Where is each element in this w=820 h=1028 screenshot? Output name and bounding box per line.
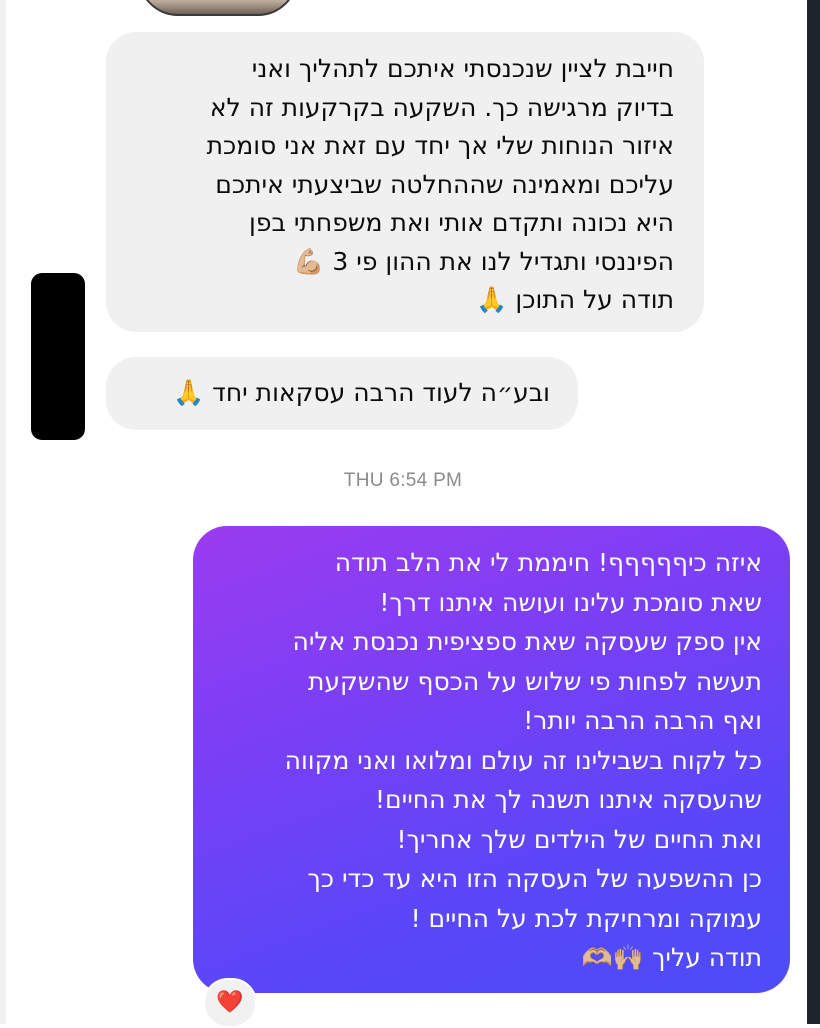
left-edge <box>0 0 6 1024</box>
message-line: תעשה לפחות פי שלוש על הכסף שהשקעת <box>307 666 762 696</box>
message-line: איזור הנוחות שלי אך יחד עם זאת אני סומכת <box>206 131 674 160</box>
redacted-avatar-block <box>31 273 85 440</box>
message-line: אין ספק שעסקה שאת ספציפית נכנסת אליה <box>292 627 762 656</box>
message-line: ואף הרבה הרבה יותר! <box>523 706 762 735</box>
message-line: תודה על התוכן 🙏 <box>476 285 674 314</box>
message-line: כל לקוח בשבילינו זה עולם ומלואו ואני מקו… <box>284 745 762 775</box>
red-heart-icon: ❤️ <box>216 990 244 1015</box>
outgoing-message-bubble[interactable]: איזה כיףףףףף! חיממת לי את הלב תודה שאת ס… <box>193 526 790 993</box>
message-timestamp: THU 6:54 PM <box>343 470 463 491</box>
reaction-badge[interactable]: ❤️ <box>203 978 257 1028</box>
message-line: שאת סומכת עלינו ועושה איתנו דרך! <box>379 587 762 617</box>
message-line: כן ההשפעה של העסקה הזו היא עד כדי כך <box>307 864 762 893</box>
message-line: הפיננסי ותגדיל לנו את ההון פי 3 💪🏼 <box>293 246 674 276</box>
message-line: בדיוק מרגישה כך. השקעה בקרקעות זה לא <box>209 92 674 122</box>
message-line: עליכם ומאמינה שההחלטה שביצעתי איתכם <box>215 169 674 199</box>
message-line: שהעסקה איתנו תשנה לך את החיים! <box>375 785 762 814</box>
message-line: ובע״ה לעוד הרבה עסקאות יחד 🙏 <box>173 378 550 407</box>
right-edge-bar <box>807 0 820 1024</box>
message-line: היא נכונה ותקדם אותי ואת משפחתי בפן <box>249 208 674 237</box>
sender-avatar[interactable] <box>138 0 298 16</box>
incoming-message-bubble[interactable]: חייבת לציין שנכנסתי איתכם לתהליך ואני בד… <box>106 32 704 332</box>
message-line: תודה עליך 🙌🏼🫶🏼 <box>581 943 762 972</box>
incoming-message-bubble[interactable]: ובע״ה לעוד הרבה עסקאות יחד 🙏 <box>106 357 578 430</box>
message-line: חייבת לציין שנכנסתי איתכם לתהליך ואני <box>251 54 674 83</box>
message-line: איזה כיףףףףף! חיממת לי את הלב תודה <box>334 548 762 577</box>
message-line: ואת החיים של הילדים שלך אחריך! <box>396 824 762 854</box>
message-line: עמוקה ומרחיקת לכת על החיים ! <box>410 903 762 933</box>
